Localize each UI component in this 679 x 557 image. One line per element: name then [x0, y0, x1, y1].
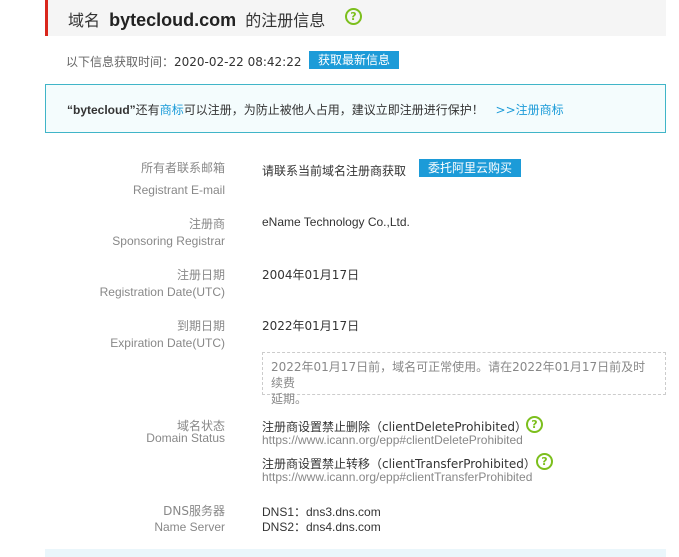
title-suffix: 的注册信息	[245, 11, 326, 30]
exp-date-label-en: Expiration Date(UTC)	[110, 336, 225, 350]
status-help-icon[interactable]: ?	[526, 416, 543, 433]
fetch-time-row: 以下信息获取时间：2020-02-22 08:42:22	[66, 53, 301, 70]
notice-text-part1: 还有	[135, 103, 160, 117]
status-item-2-url[interactable]: https://www.icann.org/epp#clientTransfer…	[262, 470, 532, 484]
fetch-time-label: 以下信息获取时间：	[66, 55, 175, 69]
question-circle-icon[interactable]: ?	[345, 8, 362, 25]
fetch-time-value: 2020-02-22 08:42:22	[174, 55, 302, 69]
notice-text-part2: 可以注册，为防止被他人占用，建议立即注册进行保护！	[183, 103, 484, 117]
title-domain: bytecloud.com	[109, 10, 237, 30]
expiration-note: 2022年01月17日前，域名可正常使用。请在2022年01月17日前及时续费 …	[262, 352, 666, 406]
status-item-1-url[interactable]: https://www.icann.org/epp#clientDeletePr…	[262, 433, 523, 447]
buy-via-aliyun-button[interactable]: 委托阿里云购买	[419, 159, 522, 177]
reg-date-label-cn: 注册日期	[176, 268, 225, 282]
email-label-en: Registrant E-mail	[132, 183, 225, 197]
page-title-bar: 域名 bytecloud.com 的注册信息 ?	[45, 0, 666, 36]
email-value: 请联系当前域名注册商获取	[262, 164, 407, 178]
expiration-note-line1: 2022年01月17日前，域名可正常使用。请在2022年01月17日前及时续费	[271, 360, 646, 390]
next-section-strip	[45, 549, 666, 557]
register-trademark-link[interactable]: >>注册商标	[496, 103, 564, 117]
title-prefix: 域名	[68, 11, 101, 30]
exp-date-label-cn: 到期日期	[176, 319, 225, 333]
status-label-en: Domain Status	[146, 431, 225, 445]
notice-text: “bytecloud”还有商标可以注册，为防止被他人占用，建议立即注册进行保护！…	[67, 101, 564, 118]
page-title: 域名 bytecloud.com 的注册信息	[68, 7, 325, 31]
expiration-note-line2: 延期。	[271, 392, 308, 406]
refresh-info-button[interactable]: 获取最新信息	[309, 51, 400, 69]
email-label-cn: 所有者联系邮箱	[140, 161, 225, 175]
reg-date-label-en: Registration Date(UTC)	[99, 285, 225, 299]
dns-label-en: Name Server	[154, 520, 225, 534]
trademark-notice: “bytecloud”还有商标可以注册，为防止被他人占用，建议立即注册进行保护！…	[45, 84, 666, 133]
status-help-icon[interactable]: ?	[536, 453, 553, 470]
registrar-value: eName Technology Co.,Ltd.	[262, 215, 410, 229]
trademark-link[interactable]: 商标	[160, 103, 184, 117]
notice-domain-name: “bytecloud”	[67, 103, 136, 117]
exp-date-value: 2022年01月17日	[262, 319, 360, 333]
reg-date-value: 2004年01月17日	[262, 268, 360, 282]
dns-value-2: DNS2：dns4.dns.com	[262, 520, 381, 534]
registrar-label-en: Sponsoring Registrar	[112, 234, 225, 248]
dns-label-cn: DNS服务器	[163, 504, 225, 518]
registrar-label-cn: 注册商	[188, 217, 225, 231]
